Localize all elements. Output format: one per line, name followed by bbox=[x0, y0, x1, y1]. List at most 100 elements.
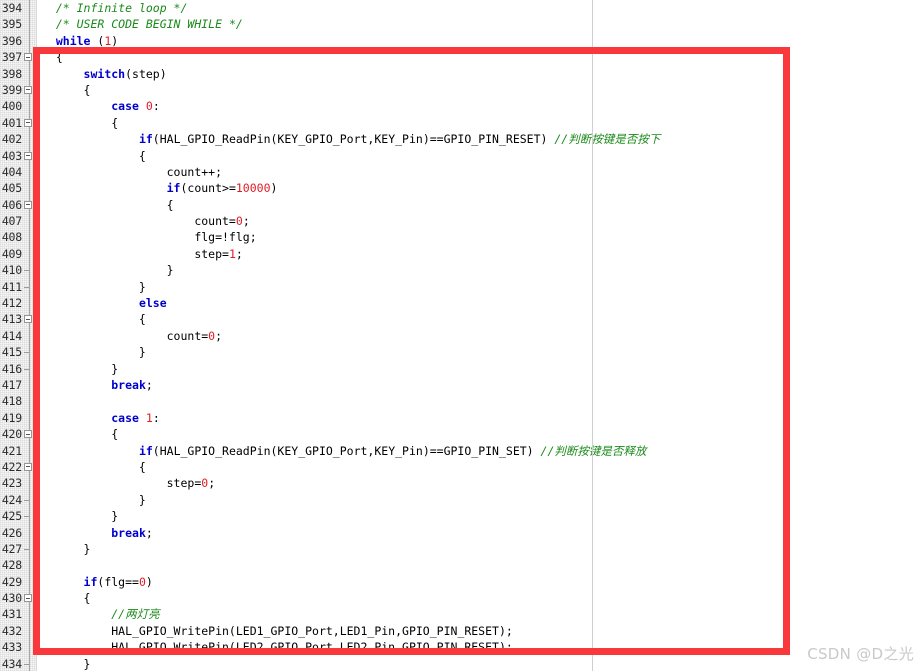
code-fold-column[interactable] bbox=[24, 0, 36, 671]
code-line[interactable] bbox=[37, 557, 924, 573]
code-line[interactable]: } bbox=[37, 508, 924, 524]
code-line[interactable]: { bbox=[37, 148, 924, 164]
fold-slot bbox=[24, 295, 36, 311]
code-line[interactable]: step=0; bbox=[37, 475, 924, 491]
code-line[interactable]: { bbox=[37, 82, 924, 98]
code-line[interactable]: } bbox=[37, 492, 924, 508]
fold-collapse-icon[interactable] bbox=[24, 462, 32, 471]
code-line[interactable]: { bbox=[37, 426, 924, 442]
code-line[interactable]: if(flg==0) bbox=[37, 574, 924, 590]
fold-collapse-icon[interactable] bbox=[24, 315, 32, 324]
fold-slot[interactable] bbox=[24, 459, 36, 475]
code-line[interactable]: } bbox=[37, 262, 924, 278]
code-line[interactable]: if(HAL_GPIO_ReadPin(KEY_GPIO_Port,KEY_Pi… bbox=[37, 443, 924, 459]
code-line[interactable]: { bbox=[37, 459, 924, 475]
code-token: break bbox=[111, 377, 146, 392]
fold-slot[interactable] bbox=[24, 115, 36, 131]
code-line[interactable]: HAL_GPIO_WritePin(LED2_GPIO_Port,LED2_Pi… bbox=[37, 639, 924, 655]
fold-collapse-icon[interactable] bbox=[24, 118, 32, 127]
code-token: case bbox=[111, 99, 139, 114]
code-line[interactable]: { bbox=[37, 197, 924, 213]
code-line[interactable]: step=1; bbox=[37, 246, 924, 262]
code-line[interactable]: break; bbox=[37, 377, 924, 393]
fold-slot[interactable] bbox=[24, 148, 36, 164]
fold-slot bbox=[24, 393, 36, 409]
line-number: 423 bbox=[1, 476, 22, 491]
code-line[interactable]: } bbox=[37, 361, 924, 377]
line-number: 394 bbox=[1, 1, 22, 15]
code-token: ; bbox=[235, 246, 243, 261]
code-token: ) bbox=[145, 574, 153, 589]
fold-collapse-icon[interactable] bbox=[24, 430, 32, 439]
fold-slot bbox=[24, 279, 36, 295]
line-number: 426 bbox=[1, 525, 22, 540]
code-line[interactable]: { bbox=[37, 115, 924, 131]
code-line[interactable]: //两灯亮 bbox=[37, 606, 924, 622]
line-number: 399 bbox=[1, 82, 22, 97]
csdn-watermark: CSDN @D之光 bbox=[807, 645, 914, 663]
code-line[interactable]: case 0: bbox=[37, 98, 924, 114]
fold-slot[interactable] bbox=[24, 197, 36, 213]
code-line[interactable] bbox=[37, 393, 924, 409]
print-margin-guide bbox=[592, 0, 593, 671]
line-number: 397 bbox=[1, 50, 22, 65]
fold-slot bbox=[24, 606, 36, 622]
fold-slot bbox=[24, 328, 36, 344]
code-token: (step) bbox=[125, 66, 167, 81]
code-token: } bbox=[42, 509, 119, 524]
code-line[interactable]: } bbox=[37, 279, 924, 295]
code-token: } bbox=[42, 263, 174, 278]
fold-collapse-icon[interactable] bbox=[24, 200, 32, 209]
code-line[interactable]: flg=!flg; bbox=[37, 229, 924, 245]
fold-slot bbox=[24, 361, 36, 377]
code-text-area[interactable]: /* Infinite loop */ /* USER CODE BEGIN W… bbox=[37, 0, 924, 671]
code-line[interactable]: break; bbox=[37, 525, 924, 541]
line-number: 395 bbox=[1, 17, 22, 32]
fold-slot bbox=[24, 0, 36, 16]
line-number: 412 bbox=[1, 296, 22, 311]
line-number: 430 bbox=[1, 591, 22, 606]
line-number: 420 bbox=[1, 427, 22, 442]
line-number: 421 bbox=[1, 443, 22, 458]
code-line[interactable]: } bbox=[37, 344, 924, 360]
fold-slot[interactable] bbox=[24, 49, 36, 65]
fold-slot bbox=[24, 164, 36, 180]
code-line[interactable]: count=0; bbox=[37, 328, 924, 344]
code-line[interactable]: { bbox=[37, 311, 924, 327]
fold-collapse-icon[interactable] bbox=[24, 594, 32, 603]
code-line[interactable]: } bbox=[37, 541, 924, 557]
code-line[interactable]: case 1: bbox=[37, 410, 924, 426]
code-line[interactable]: { bbox=[37, 49, 924, 65]
code-line[interactable]: if(HAL_GPIO_ReadPin(KEY_GPIO_Port,KEY_Pi… bbox=[37, 131, 924, 147]
fold-collapse-icon[interactable] bbox=[24, 151, 32, 160]
code-line[interactable]: HAL_GPIO_WritePin(LED1_GPIO_Port,LED1_Pi… bbox=[37, 623, 924, 639]
code-editor-viewport[interactable]: /* Infinite loop */ /* USER CODE BEGIN W… bbox=[0, 0, 924, 671]
code-line[interactable]: /* USER CODE BEGIN WHILE */ bbox=[37, 16, 924, 32]
code-token: ; bbox=[208, 476, 216, 491]
code-line[interactable]: } bbox=[37, 656, 924, 671]
fold-collapse-icon[interactable] bbox=[24, 53, 32, 62]
line-number: 404 bbox=[1, 164, 22, 179]
code-token: if bbox=[83, 574, 98, 589]
code-line[interactable]: while (1) bbox=[37, 33, 924, 49]
fold-slot[interactable] bbox=[24, 82, 36, 98]
line-number: 433 bbox=[1, 640, 22, 655]
fold-slot[interactable] bbox=[24, 590, 36, 606]
code-line[interactable]: switch(step) bbox=[37, 66, 924, 82]
code-line[interactable]: count=0; bbox=[37, 213, 924, 229]
code-line[interactable]: /* Infinite loop */ bbox=[37, 0, 924, 16]
code-line[interactable]: count++; bbox=[37, 164, 924, 180]
code-token: ; bbox=[215, 328, 223, 343]
code-line[interactable]: { bbox=[37, 590, 924, 606]
fold-collapse-icon[interactable] bbox=[24, 85, 32, 94]
fold-end-tick-icon bbox=[24, 270, 29, 272]
code-line[interactable]: if(count>=10000) bbox=[37, 180, 924, 196]
fold-slot[interactable] bbox=[24, 426, 36, 442]
fold-slot[interactable] bbox=[24, 311, 36, 327]
code-line[interactable]: else bbox=[37, 295, 924, 311]
fold-slot bbox=[24, 410, 36, 426]
line-number: 407 bbox=[1, 214, 22, 229]
code-token: ( bbox=[90, 33, 105, 48]
